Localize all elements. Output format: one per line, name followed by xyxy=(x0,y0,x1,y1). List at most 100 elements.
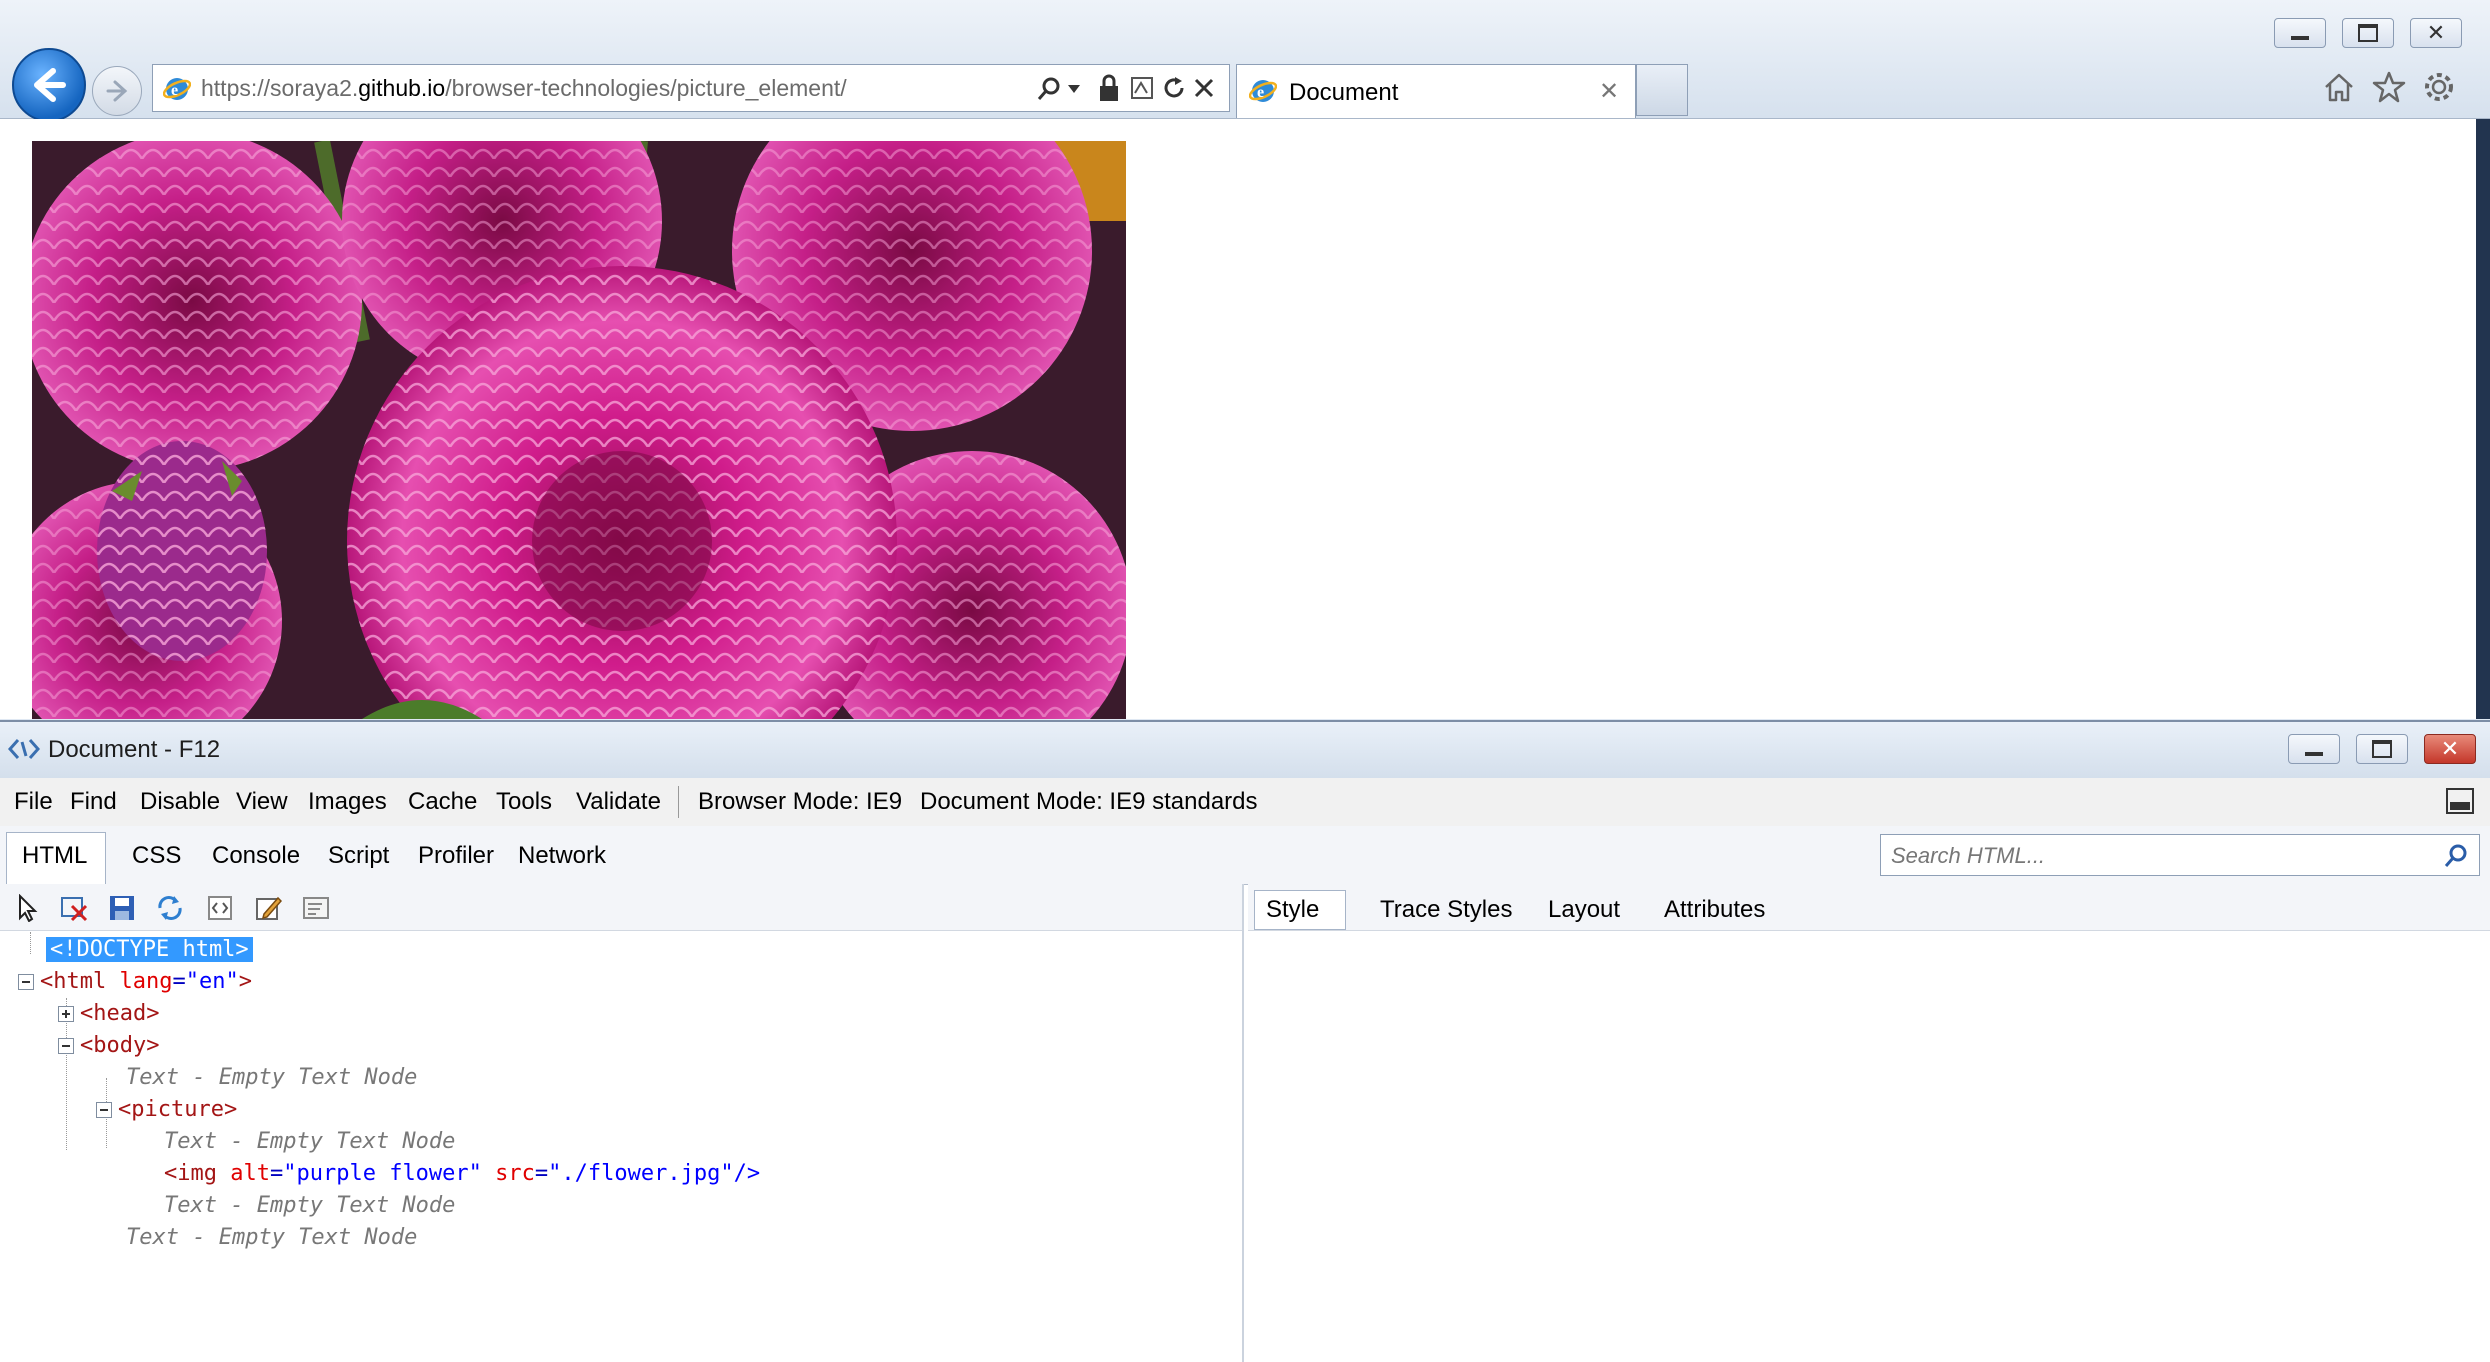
save-icon[interactable] xyxy=(108,894,136,922)
menu-images[interactable]: Images xyxy=(308,788,387,816)
tree-node-text[interactable]: Text - Empty Text Node xyxy=(164,1190,455,1222)
style-pane: Style Trace Styles Layout Attributes xyxy=(1248,884,2490,1362)
restore-icon xyxy=(2372,740,2392,758)
tree-node-text[interactable]: Text - Empty Text Node xyxy=(164,1126,455,1158)
tab-script[interactable]: Script xyxy=(328,842,389,870)
address-url[interactable]: https://soraya2.github.io/browser-techno… xyxy=(201,75,847,102)
favorites-star-icon[interactable] xyxy=(2372,70,2406,104)
expand-icon[interactable] xyxy=(58,1006,74,1022)
restore-button[interactable] xyxy=(2342,18,2394,48)
tag-text: <head> xyxy=(80,1001,160,1026)
html-tree-pane: <!DOCTYPE html> <html lang="en"> <head> … xyxy=(0,884,1244,1362)
text-node-label: Text - Empty Text Node xyxy=(126,1065,418,1090)
clear-outlines-icon[interactable] xyxy=(60,894,88,922)
settings-gear-icon[interactable] xyxy=(2422,70,2456,104)
tab-profiler[interactable]: Profiler xyxy=(418,842,494,870)
devtools-restore-button[interactable] xyxy=(2356,734,2408,764)
dropdown-icon[interactable] xyxy=(1067,83,1081,95)
forward-arrow-icon xyxy=(106,80,128,102)
tab-document[interactable]: e Document ✕ xyxy=(1236,64,1636,118)
compatibility-view-icon[interactable] xyxy=(1129,75,1155,101)
word-wrap-icon[interactable] xyxy=(302,894,330,922)
tab-title: Document xyxy=(1289,79,1399,106)
page-scrollbar[interactable] xyxy=(2476,119,2490,719)
html-toolbar xyxy=(0,884,1242,931)
attr-value: "en" xyxy=(185,969,239,994)
address-bar[interactable]: e https://soraya2.github.io/browser-tech… xyxy=(152,64,1230,112)
tab-attributes[interactable]: Attributes xyxy=(1664,896,1765,924)
source-view-icon[interactable] xyxy=(206,894,234,922)
tab-layout[interactable]: Layout xyxy=(1548,896,1620,924)
menu-disable[interactable]: Disable xyxy=(140,788,220,816)
tab-trace-styles[interactable]: Trace Styles xyxy=(1380,896,1512,924)
devtools-app-icon xyxy=(8,739,40,759)
devtools-close-button[interactable]: ✕ xyxy=(2424,734,2476,764)
menu-file[interactable]: File xyxy=(14,788,53,816)
tag-text: <html xyxy=(40,969,107,994)
tree-node-body[interactable]: <body> xyxy=(58,1030,159,1062)
pin-panel-icon[interactable] xyxy=(2446,788,2474,814)
select-element-cursor-icon[interactable] xyxy=(14,894,42,922)
devtools-window: Document - F12 ✕ File Find Disable View … xyxy=(0,720,2490,1362)
menu-cache[interactable]: Cache xyxy=(408,788,477,816)
flower-picture xyxy=(32,141,1126,719)
tag-text: <body> xyxy=(80,1033,160,1058)
tree-node-text[interactable]: Text - Empty Text Node xyxy=(126,1222,417,1254)
close-window-button[interactable]: ✕ xyxy=(2410,18,2462,48)
collapse-icon[interactable] xyxy=(58,1038,74,1054)
lock-icon[interactable] xyxy=(1097,73,1121,103)
tree-node-doctype[interactable]: <!DOCTYPE html> xyxy=(46,934,253,966)
refresh-icon[interactable] xyxy=(1161,75,1187,101)
tree-node-text[interactable]: Text - Empty Text Node xyxy=(126,1062,417,1094)
menu-tools[interactable]: Tools xyxy=(496,788,552,816)
menu-find[interactable]: Find xyxy=(70,788,117,816)
edit-icon[interactable] xyxy=(254,894,282,922)
browser-mode-menu[interactable]: Browser Mode: IE9 xyxy=(698,788,902,816)
tree-node-head[interactable]: <head> xyxy=(58,998,159,1030)
menu-view[interactable]: View xyxy=(236,788,288,816)
tree-node-html[interactable]: <html lang="en"> xyxy=(18,966,252,998)
search-html-input[interactable]: Search HTML... xyxy=(1880,834,2480,876)
devtools-minimize-button[interactable] xyxy=(2288,734,2340,764)
tree-node-picture[interactable]: <picture> xyxy=(96,1094,237,1126)
collapse-icon[interactable] xyxy=(96,1102,112,1118)
devtools-menubar: File Find Disable View Images Cache Tool… xyxy=(0,778,2490,827)
page-viewport xyxy=(0,119,2476,719)
search-icon[interactable] xyxy=(2443,843,2469,869)
document-mode-menu[interactable]: Document Mode: IE9 standards xyxy=(920,788,1258,816)
ie-page-icon: e xyxy=(163,78,191,100)
tab-html[interactable]: HTML xyxy=(22,842,87,870)
tree-node-img[interactable]: <img alt="purple flower" src="./flower.j… xyxy=(164,1158,760,1190)
close-icon: ✕ xyxy=(2426,20,2446,46)
tab-style[interactable]: Style xyxy=(1266,896,1319,924)
search-icon[interactable] xyxy=(1035,75,1063,103)
back-arrow-icon xyxy=(34,68,66,102)
forward-button[interactable] xyxy=(92,66,142,116)
text-node-label: Text - Empty Text Node xyxy=(126,1225,418,1250)
tab-console[interactable]: Console xyxy=(212,842,300,870)
refresh-dom-icon[interactable] xyxy=(156,894,184,922)
url-prefix: https://soraya2. xyxy=(201,75,359,101)
home-icon[interactable] xyxy=(2322,70,2356,104)
tab-css[interactable]: CSS xyxy=(132,842,181,870)
style-tabbar: Style Trace Styles Layout Attributes xyxy=(1248,884,2490,931)
svg-text:e: e xyxy=(1257,84,1264,101)
menu-validate[interactable]: Validate xyxy=(576,788,661,816)
doctype-text: <!DOCTYPE html> xyxy=(46,937,253,962)
tab-close-icon[interactable]: ✕ xyxy=(1599,77,1619,105)
url-domain: github.io xyxy=(358,75,446,101)
back-button[interactable] xyxy=(12,48,86,122)
tab-network[interactable]: Network xyxy=(518,842,606,870)
stop-icon[interactable] xyxy=(1193,77,1215,99)
menu-divider xyxy=(678,786,679,818)
browser-chrome: ✕ e https://soraya2.github.io/browser-te… xyxy=(0,0,2490,122)
attr-name: alt xyxy=(230,1161,270,1186)
collapse-icon[interactable] xyxy=(18,974,34,990)
minimize-icon xyxy=(2305,752,2323,756)
new-tab-button[interactable] xyxy=(1636,64,1688,116)
url-path: /browser-technologies/picture_element/ xyxy=(445,75,847,101)
devtools-title: Document - F12 xyxy=(48,736,221,763)
minimize-button[interactable] xyxy=(2274,18,2326,48)
close-icon: ✕ xyxy=(2440,736,2460,762)
ie-tab-icon: e xyxy=(1249,80,1277,102)
